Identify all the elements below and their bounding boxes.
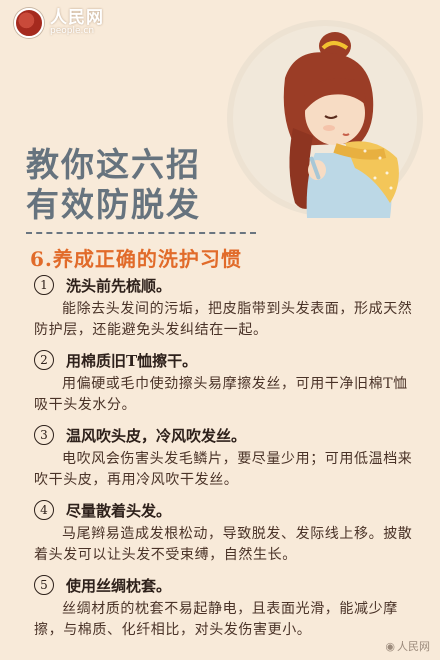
weibo-icon: ◉ <box>385 640 395 653</box>
tip-heading: 2 用棉质旧T恤擦干。 <box>26 347 420 373</box>
main-title: 教你这六招 有效防脱发 <box>26 145 201 225</box>
tip-number-badge: 2 <box>34 350 54 370</box>
section-heading: 6.养成正确的洗护习惯 <box>30 247 242 271</box>
tip-heading-text: 尽量散着头发。 <box>66 501 172 520</box>
tip-number-badge: 1 <box>34 275 54 295</box>
logo-emblem-icon <box>14 8 44 38</box>
tip-heading: 1 洗头前先梳顺。 <box>26 272 420 298</box>
tips-list: 1 洗头前先梳顺。能除去头发间的污垢，把皮脂带到头发表面，形成天然防护层，还能避免… <box>26 272 420 647</box>
site-logo[interactable]: 人民网 people.cn <box>14 8 104 38</box>
tip-number-badge: 4 <box>34 500 54 520</box>
tip-body: 丝绸材质的枕套不易起静电，且表面光滑，能减少摩擦，与棉质、化纤相比，对头发伤害更… <box>34 601 398 638</box>
tip-number-badge: 3 <box>34 425 54 445</box>
tip-heading: 5 使用丝绸枕套。 <box>26 572 420 598</box>
tip-heading-text: 用棉质旧T恤擦干。 <box>66 351 198 370</box>
logo-text: 人民网 people.cn <box>50 10 104 36</box>
tip-number-badge: 5 <box>34 575 54 595</box>
title-line-2: 有效防脱发 <box>26 185 201 224</box>
watermark-text: 人民网 <box>397 640 430 653</box>
tip-heading: 4 尽量散着头发。 <box>26 497 420 523</box>
logo-url: people.cn <box>50 26 95 36</box>
tip-heading-text: 洗头前先梳顺。 <box>66 276 172 295</box>
tip-body: 电吹风会伤害头发毛鳞片，要尽量少用；可用低温档来吹干头皮，再用冷风吹干发丝。 <box>34 451 413 488</box>
tip-body: 用偏硬或毛巾使劲擦头易摩擦发丝，可用干净旧棉T恤吸干头发水分。 <box>34 376 408 413</box>
logo-name: 人民网 <box>50 8 104 28</box>
tip-heading-text: 使用丝绸枕套。 <box>66 576 172 595</box>
infographic: 人民网 people.cn 教你这六招 有效防脱发 6.养成正确的洗护习惯 1 … <box>0 0 440 660</box>
tip-body: 能除去头发间的污垢，把皮脂带到头发表面，形成天然防护层，还能避免头发纠结在一起。 <box>34 301 413 338</box>
tip-heading: 3 温风吹头皮，冷风吹发丝。 <box>26 422 420 448</box>
tip-heading-text: 温风吹头皮，冷风吹发丝。 <box>66 426 247 445</box>
title-line-1: 教你这六招 <box>26 145 201 184</box>
girl-illustration <box>227 20 423 218</box>
title-divider <box>26 232 256 234</box>
watermark: ◉ 人民网 <box>385 638 430 654</box>
tip-body: 马尾辫易造成发根松动，导致脱发、发际线上移。披散着头发可以让头发不受束缚，自然生… <box>34 526 413 563</box>
